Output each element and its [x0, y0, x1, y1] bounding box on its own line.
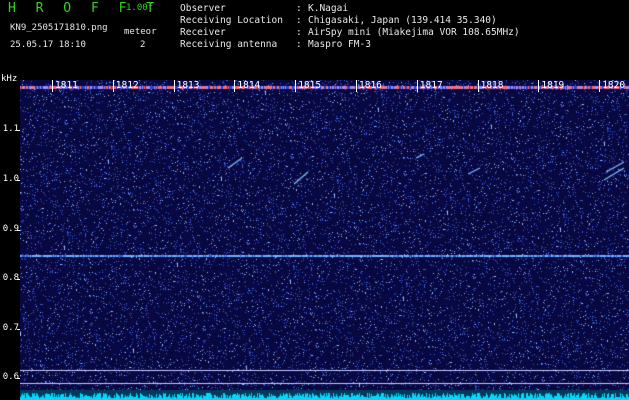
antenna-value: Maspro FM-3 — [308, 39, 371, 50]
time-tick-mark — [234, 80, 236, 92]
time-tick-mark — [599, 80, 601, 92]
frequency-tick-mark — [17, 180, 20, 181]
time-tick-label: 1819 — [541, 80, 565, 91]
time-tick-label: 1815 — [298, 80, 322, 91]
time-tick-label: 1814 — [237, 80, 261, 91]
time-tick-label: 1818 — [480, 80, 504, 91]
time-tick-mark — [477, 80, 479, 92]
file-name: KN9_2505171810.png — [10, 23, 108, 33]
separator: : — [296, 27, 302, 38]
separator: : — [296, 3, 302, 14]
receiver-label: Receiver — [180, 27, 226, 38]
meteor-count: 2 — [140, 40, 146, 50]
time-tick-mark — [416, 80, 418, 92]
meteor-label: meteor — [124, 27, 157, 37]
frequency-tick-mark — [17, 229, 20, 231]
time-tick-label: 1820 — [602, 80, 626, 91]
separator: : — [296, 39, 302, 50]
version-label: 1.00f — [126, 3, 154, 13]
info-header: H R O F F T 1.00f KN9_2505171810.png met… — [0, 0, 629, 80]
frequency-tick-mark — [17, 130, 20, 132]
receiver-value: AirSpy mini (Miakejima VOR 108.65MHz) — [308, 27, 520, 38]
separator: : — [296, 15, 302, 26]
capture-datetime: 25.05.17 18:10 — [10, 40, 86, 50]
observer-value: K.Nagai — [308, 3, 349, 14]
frequency-unit-label: kHz — [1, 74, 18, 84]
observer-label: Observer — [180, 3, 226, 14]
time-tick-mark — [112, 80, 114, 92]
location-label: Receiving Location — [180, 15, 283, 26]
time-tick-mark — [295, 80, 297, 92]
time-tick-label: 1813 — [176, 80, 200, 91]
antenna-label: Receiving antenna — [180, 39, 278, 50]
spectrogram-canvas — [20, 80, 629, 400]
time-tick-label: 1816 — [359, 80, 382, 91]
time-tick-label: 1817 — [419, 80, 443, 91]
time-tick-mark — [52, 80, 53, 92]
time-tick-label: 1811 — [55, 80, 78, 91]
location-value: Chigasaki, Japan (139.414 35.340) — [308, 15, 497, 26]
frequency-tick-mark — [17, 328, 20, 330]
time-tick-mark — [173, 80, 175, 92]
frequency-tick-mark — [17, 279, 20, 281]
time-tick-label: 1812 — [115, 80, 139, 91]
frequency-tick-mark — [17, 378, 20, 380]
time-tick-mark — [356, 80, 357, 92]
time-tick-mark — [538, 80, 540, 92]
